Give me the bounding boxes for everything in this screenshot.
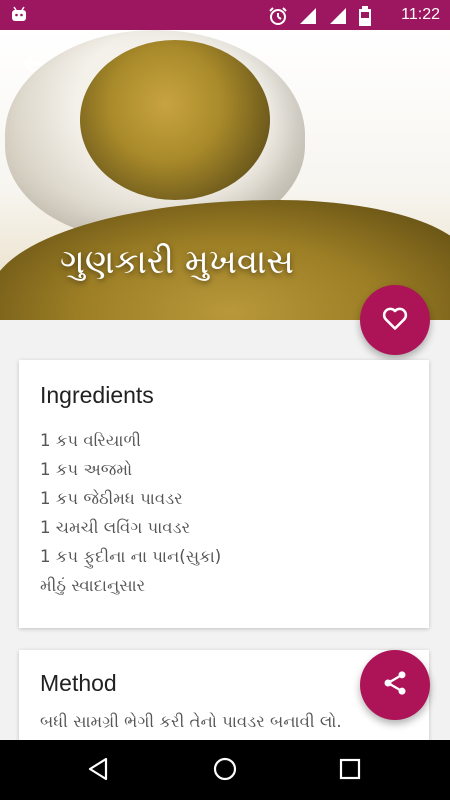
ingredients-heading: Ingredients bbox=[40, 382, 154, 408]
share-button[interactable] bbox=[360, 650, 430, 720]
status-bar: 11:22 bbox=[0, 0, 450, 30]
nav-back-icon[interactable] bbox=[86, 756, 112, 786]
heart-icon bbox=[381, 304, 409, 336]
signal-icon bbox=[298, 6, 318, 30]
battery-icon bbox=[358, 6, 372, 30]
share-icon bbox=[381, 669, 409, 701]
hero-image: ગુણકારી મુખવાસ bbox=[0, 30, 450, 320]
list-item: 1 કપ જેઠીમધ પાવડર bbox=[40, 489, 183, 508]
list-item: 1 કપ વરિયાળી bbox=[40, 431, 142, 450]
list-item: 1 કપ અજમો bbox=[40, 460, 133, 479]
list-item: મીઠું સ્વાદાનુસાર bbox=[40, 576, 146, 595]
fennel-seeds-image bbox=[80, 40, 270, 200]
navigation-bar bbox=[0, 740, 450, 800]
nav-home-icon[interactable] bbox=[212, 756, 238, 786]
back-arrow-icon[interactable] bbox=[22, 52, 46, 80]
list-item: 1 કપ ફુદીના ના પાન(સુકા) bbox=[40, 547, 222, 566]
signal-icon bbox=[328, 6, 348, 30]
nav-recent-icon[interactable] bbox=[338, 756, 362, 786]
list-item: 1 ચમચી લવિંગ પાવડર bbox=[40, 518, 191, 537]
favorite-button[interactable] bbox=[360, 285, 430, 355]
recipe-title: ગુણકારી મુખવાસ bbox=[60, 242, 294, 282]
ingredients-list: 1 કપ વરિયાળી 1 કપ અજમો 1 કપ જેઠીમધ પાવડર… bbox=[40, 426, 221, 600]
status-time: 11:22 bbox=[401, 6, 440, 23]
android-icon bbox=[10, 6, 28, 28]
ingredients-card: Ingredients 1 કપ વરિયાળી 1 કપ અજમો 1 કપ … bbox=[19, 360, 429, 628]
method-text: બધી સામગ્રી ભેગી કરી તેનો પાવડર બનાવી લો… bbox=[40, 712, 342, 731]
alarm-icon bbox=[268, 6, 288, 30]
method-heading: Method bbox=[40, 670, 117, 696]
